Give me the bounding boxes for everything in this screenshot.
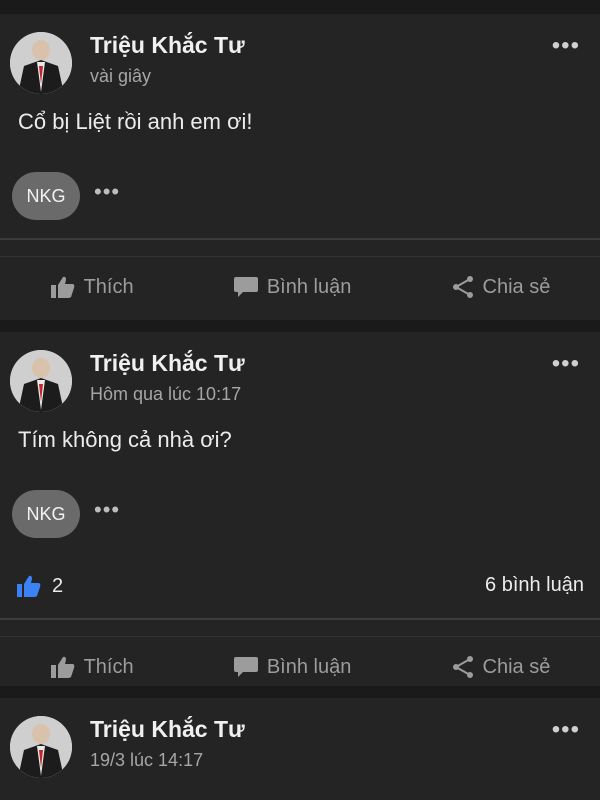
comment-button[interactable]: Bình luận	[233, 655, 352, 679]
like-label: Thích	[83, 275, 134, 298]
avatar-suit-icon	[10, 716, 72, 778]
share-icon	[452, 656, 473, 678]
like-count-value: 2	[52, 574, 64, 597]
thumbs-up-icon	[50, 276, 74, 298]
post-separator	[0, 320, 600, 332]
post-text: Cổ bị Liệt rồi anh em ơi!	[18, 109, 253, 134]
post-card: Triệu Khắc Tư 19/3 lúc 14:17 •••	[0, 698, 600, 800]
post-stats: 2 6 bình luận	[0, 556, 600, 618]
like-count[interactable]: 2	[16, 574, 63, 598]
avatar-suit-icon	[10, 350, 72, 412]
post-header: Triệu Khắc Tư vài giây •••	[0, 14, 600, 102]
post-time[interactable]: vài giây	[90, 66, 151, 87]
action-bar: Thích Bình luận Chia sẻ	[0, 257, 600, 317]
post-header: Triệu Khắc Tư Hôm qua lúc 10:17 •••	[0, 332, 600, 420]
post-text: Tím không cả nhà ơi?	[18, 427, 232, 452]
action-bar: Thích Bình luận Chia sẻ	[0, 637, 600, 697]
avatar[interactable]	[10, 32, 72, 94]
comment-label: Bình luận	[266, 655, 352, 678]
avatar[interactable]	[10, 350, 72, 412]
comment-count[interactable]: 6 bình luận	[485, 574, 584, 597]
comment-button[interactable]: Bình luận	[233, 275, 352, 299]
tag-chip[interactable]: NKG	[12, 172, 80, 220]
post-author[interactable]: Triệu Khắc Tư	[90, 32, 245, 59]
share-icon	[452, 276, 473, 298]
post-time[interactable]: 19/3 lúc 14:17	[90, 750, 203, 771]
post-author[interactable]: Triệu Khắc Tư	[90, 350, 245, 377]
post-time[interactable]: Hôm qua lúc 10:17	[90, 384, 241, 405]
avatar[interactable]	[10, 716, 72, 778]
post-tags: NKG •••	[0, 172, 600, 238]
thumbs-up-icon	[17, 575, 41, 597]
speech-bubble-icon	[233, 277, 258, 297]
share-label: Chia sẻ	[482, 655, 551, 678]
share-button[interactable]: Chia sẻ	[451, 275, 551, 299]
like-button[interactable]: Thích	[50, 655, 134, 679]
comment-label: Bình luận	[266, 275, 352, 298]
tag-more-icon[interactable]: •••	[94, 179, 120, 205]
like-button[interactable]: Thích	[50, 275, 134, 299]
avatar-suit-icon	[10, 32, 72, 94]
post-header: Triệu Khắc Tư 19/3 lúc 14:17 •••	[0, 698, 600, 786]
share-button[interactable]: Chia sẻ	[451, 655, 551, 679]
post-tags: NKG •••	[0, 490, 600, 556]
post-card: Triệu Khắc Tư vài giây ••• Cổ bị Liệt rồ…	[0, 14, 600, 320]
post-card: Triệu Khắc Tư Hôm qua lúc 10:17 ••• Tím …	[0, 332, 600, 686]
share-label: Chia sẻ	[482, 275, 551, 298]
more-options-icon[interactable]: •••	[552, 350, 580, 378]
more-options-icon[interactable]: •••	[552, 716, 580, 744]
thumbs-up-icon	[50, 656, 74, 678]
post-author[interactable]: Triệu Khắc Tư	[90, 716, 245, 743]
speech-bubble-icon	[233, 657, 258, 677]
like-label: Thích	[83, 655, 134, 678]
more-options-icon[interactable]: •••	[552, 32, 580, 60]
top-gap	[0, 0, 600, 14]
tag-chip[interactable]: NKG	[12, 490, 80, 538]
tag-more-icon[interactable]: •••	[94, 497, 120, 523]
